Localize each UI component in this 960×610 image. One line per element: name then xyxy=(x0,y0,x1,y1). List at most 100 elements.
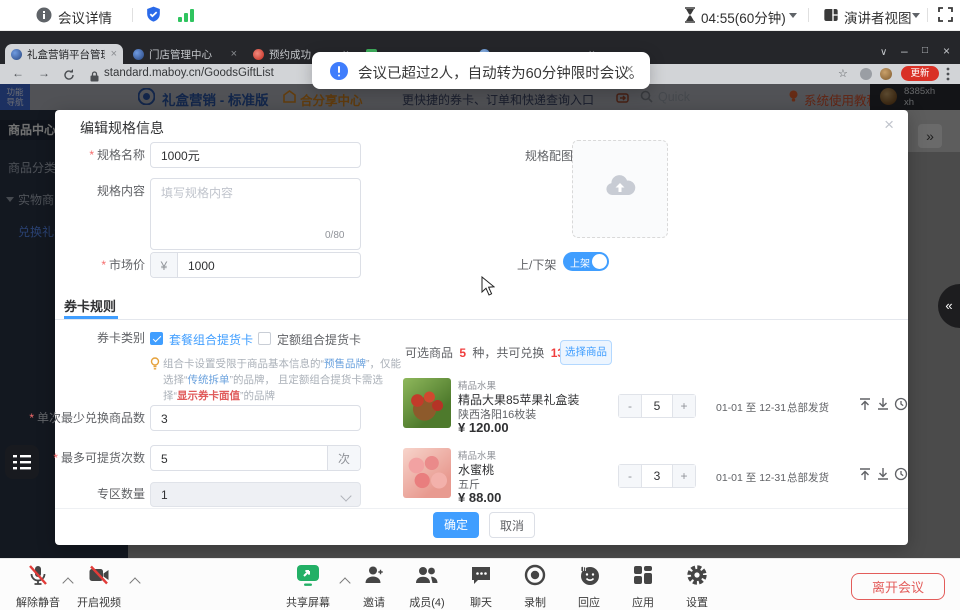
bookmark-star-icon[interactable]: ☆ xyxy=(838,67,848,80)
spec-name-input[interactable]: 1000元 xyxy=(150,142,361,168)
ship-origin: 总部发货 xyxy=(787,470,829,485)
move-top-icon[interactable] xyxy=(858,467,872,481)
min-exchange-input[interactable]: 3 xyxy=(150,405,361,431)
window-close-icon[interactable]: × xyxy=(943,44,950,58)
apps-button[interactable]: 应用 xyxy=(613,563,673,610)
url-text[interactable]: standard.maboy.cn/GoodsGiftList xyxy=(104,67,274,79)
toast-info-icon xyxy=(330,62,348,85)
date-range: 01-01 至 12-31 xyxy=(716,400,786,415)
signal-strength-icon[interactable] xyxy=(178,8,196,27)
hourglass-icon xyxy=(683,7,697,28)
spec-content-label: 规格内容 xyxy=(97,178,145,204)
move-bottom-icon[interactable] xyxy=(876,397,890,411)
floating-list-button[interactable] xyxy=(5,445,39,479)
hint-bulb-icon xyxy=(150,357,160,376)
move-top-icon[interactable] xyxy=(858,397,872,411)
view-layout-icon[interactable] xyxy=(823,7,839,28)
reaction-button[interactable]: 回应 xyxy=(559,563,619,610)
settings-button[interactable]: 设置 xyxy=(667,563,727,610)
mouse-cursor xyxy=(481,276,495,296)
card-type-label: 券卡类别 xyxy=(97,330,145,346)
product-image-peach xyxy=(403,448,451,498)
tab-close-icon[interactable]: × xyxy=(225,48,237,60)
site-favicon xyxy=(253,49,264,60)
date-range: 01-01 至 12-31 xyxy=(716,470,786,485)
clock-icon[interactable] xyxy=(894,467,908,481)
image-upload-box[interactable] xyxy=(572,140,668,238)
edit-spec-modal: 编辑规格信息 × *规格名称 1000元 规格内容 填写规格内容 0/80 *市… xyxy=(55,110,908,545)
move-bottom-icon[interactable] xyxy=(876,467,890,481)
min-exchange-label: *单次最少兑换商品数 xyxy=(29,405,145,431)
tab-close-icon[interactable]: × xyxy=(105,48,117,60)
tab-search-icon[interactable]: ∨ xyxy=(880,47,887,58)
meeting-toolbar: 解除静音 开启视频 共享屏幕 邀请 成员(4) 聊天 录制 xyxy=(0,558,960,610)
tab-card-rules[interactable]: 券卡规则 xyxy=(64,296,116,315)
confirm-button[interactable]: 确定 xyxy=(433,512,479,538)
product-price: ¥ 88.00 xyxy=(458,490,501,505)
quantity-value[interactable]: 5 xyxy=(641,395,673,417)
selectable-count: 5 xyxy=(459,346,466,360)
product-tag: 精品水果 xyxy=(458,378,496,392)
plus-button[interactable]: + xyxy=(673,465,695,487)
start-video-button[interactable]: 开启视频 xyxy=(69,563,129,610)
window-minimize-icon[interactable]: – xyxy=(901,44,908,58)
browser-update-badge[interactable]: 更新 xyxy=(901,66,939,81)
fullscreen-icon[interactable] xyxy=(938,7,953,27)
select-goods-button[interactable]: 选择商品 xyxy=(560,340,612,365)
minus-button[interactable]: - xyxy=(619,465,641,487)
cloud-upload-icon xyxy=(604,173,636,204)
product-tag: 精品水果 xyxy=(458,448,496,462)
invite-button[interactable]: 邀请 xyxy=(344,563,404,610)
info-icon[interactable] xyxy=(36,7,52,28)
ship-origin: 总部发货 xyxy=(787,400,829,415)
extension-icon[interactable] xyxy=(860,68,872,80)
max-pick-input[interactable]: 5 次 xyxy=(150,445,361,471)
divider xyxy=(927,8,928,22)
record-button[interactable]: 录制 xyxy=(505,563,565,610)
unmute-button[interactable]: 解除静音 xyxy=(8,563,68,610)
chat-button[interactable]: 聊天 xyxy=(451,563,511,610)
checkbox-fixed-card-label[interactable]: 定额组合提货卡 xyxy=(277,331,361,348)
browser-tab-store-admin[interactable]: 门店管理中心 × xyxy=(127,44,243,64)
browser-profile-avatar[interactable] xyxy=(880,68,892,80)
back-icon[interactable]: ← xyxy=(12,66,24,80)
quantity-stepper: - 5 + xyxy=(618,394,696,418)
market-price-input[interactable]: ¥ 1000 xyxy=(150,252,361,278)
window-maximize-icon[interactable]: □ xyxy=(922,45,928,56)
meeting-details-label[interactable]: 会议详情 xyxy=(58,7,112,27)
char-counter: 0/80 xyxy=(325,230,344,241)
checkbox-combo-card-label[interactable]: 套餐组合提货卡 xyxy=(169,331,253,348)
share-screen-button[interactable]: 共享屏幕 xyxy=(278,563,338,610)
timer-caret-icon[interactable] xyxy=(789,13,797,18)
toast-text: 会议已超过2人，自动转为60分钟限时会议。 xyxy=(358,62,643,83)
shelf-label: 上/下架 xyxy=(517,256,556,273)
minus-button[interactable]: - xyxy=(619,395,641,417)
max-pick-label: *最多可提货次数 xyxy=(53,445,145,471)
checkbox-combo-card[interactable] xyxy=(150,332,163,345)
modal-close-icon[interactable]: × xyxy=(884,115,894,135)
meeting-timer[interactable]: 04:55(60分钟) xyxy=(701,7,786,27)
browser-tab-gift-admin[interactable]: 礼盒营销平台管理中心 × xyxy=(5,44,123,64)
toast-close-icon[interactable]: × xyxy=(625,61,634,78)
security-shield-icon[interactable] xyxy=(144,5,163,29)
view-caret-icon[interactable] xyxy=(912,13,920,18)
spec-name-label: *规格名称 xyxy=(89,142,145,168)
cancel-button[interactable]: 取消 xyxy=(489,512,535,538)
site-favicon xyxy=(133,49,144,60)
site-favicon xyxy=(11,49,22,60)
video-options-chevron-icon[interactable] xyxy=(129,577,140,588)
toggle-knob xyxy=(592,254,607,269)
product-image-apple xyxy=(403,378,451,428)
card-type-hint: 组合卡设置受限于商品基本信息的“预售品牌”，仅能选择“传统拆单”的品牌， 且定额… xyxy=(163,356,401,404)
checkbox-fixed-card[interactable] xyxy=(258,332,271,345)
zone-count-select[interactable]: 1 xyxy=(150,482,361,507)
view-mode-label[interactable]: 演讲者视图 xyxy=(844,7,912,27)
forward-icon[interactable]: → xyxy=(38,66,50,80)
divider xyxy=(808,8,809,22)
leave-meeting-button[interactable]: 离开会议 xyxy=(851,573,945,600)
members-button[interactable]: 成员(4) xyxy=(397,563,457,610)
clock-icon[interactable] xyxy=(894,397,908,411)
quantity-value[interactable]: 3 xyxy=(641,465,673,487)
shelf-toggle[interactable]: 上架 xyxy=(563,252,609,271)
plus-button[interactable]: + xyxy=(673,395,695,417)
